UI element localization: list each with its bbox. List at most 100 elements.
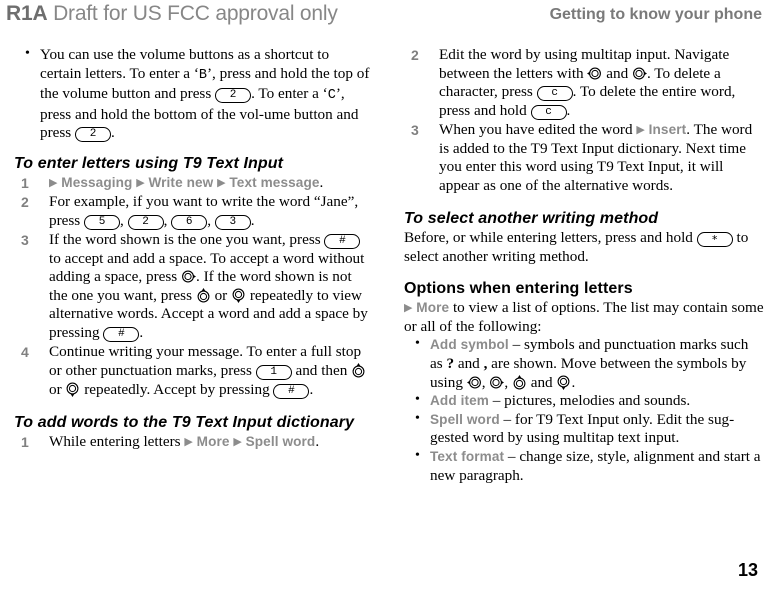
key-2-icon: 2 [75, 127, 112, 143]
add-symbol-sep-1: , [481, 373, 490, 391]
option-add-symbol: Add symbol – symbols and punctuation mar… [404, 335, 764, 392]
nav-up-icon [351, 362, 366, 378]
select-writing-method-body: Before, or while entering letters, press… [404, 229, 764, 267]
step-number: 3 [411, 122, 419, 139]
add-symbol-sep-2: , [504, 373, 512, 391]
intro-text-3: . To enter a ‘ [251, 85, 328, 103]
header-draft-text: Draft for US FCC approval only [53, 2, 338, 25]
step-3-text-1: If the word shown is the one you want, p… [49, 230, 325, 248]
step-4-text-5: . [309, 380, 314, 398]
menu-arrow-icon: ▶ [636, 124, 645, 137]
options-intro: ▶ More to view a list of options. The li… [404, 299, 764, 336]
step-number: 2 [411, 47, 419, 63]
symbol-question-mark: ? [446, 354, 455, 372]
add-symbol-tail: . [571, 373, 576, 391]
key-hash-icon: # [103, 326, 140, 342]
key-3-icon: 3 [214, 214, 251, 230]
step-2-tail: . [250, 211, 255, 229]
step-2-right-text-2: and [602, 64, 632, 82]
step-3-right-text-1: When you have edited the word [439, 121, 637, 139]
step-1-left: 1 ▶ Messaging ▶ Write new ▶ Text message. [14, 174, 374, 193]
intro-text-5: . [111, 124, 115, 142]
option-add-item: Add item – pictures, melodies and sounds… [404, 391, 764, 411]
key-hash-icon: # [324, 233, 361, 249]
dash: – [508, 336, 524, 354]
letter-c: C [327, 88, 336, 104]
step-1-add-words: 1 While entering letters ▶ More ▶ Spell w… [14, 433, 374, 452]
heading-select-writing-method: To select another writing method [404, 209, 659, 227]
nav-right-icon [489, 375, 505, 390]
add-symbol-sep-3: and [526, 373, 557, 391]
option-term-add-item: Add item [430, 393, 489, 409]
dash: – [499, 410, 515, 428]
heading-enter-letters-t9: To enter letters using T9 Text Input [14, 155, 284, 173]
menu-item-spell-word: Spell word [245, 433, 316, 449]
add-symbol-text-2: and [454, 354, 484, 372]
heading-add-words-dictionary: To add words to the T9 Text Input dictio… [14, 413, 355, 431]
nav-up-icon [512, 374, 527, 390]
option-term-spell-word: Spell word [430, 411, 500, 427]
nav-right-icon [632, 66, 647, 81]
add-words-tail: . [315, 432, 320, 450]
add-words-text: While entering letters [49, 432, 185, 450]
step-number: 3 [21, 231, 29, 248]
key-hash-icon: # [273, 383, 310, 399]
menu-arrow-icon: ▶ [404, 302, 413, 315]
nav-down-icon [231, 288, 246, 303]
option-spell-word: Spell word – for T9 Text Input only. Edi… [404, 410, 764, 448]
dash: – [504, 447, 520, 465]
step-3-right: 3 When you have edited the word ▶ Insert.… [404, 121, 764, 195]
menu-item-more: More [416, 300, 450, 316]
left-column: You can use the volume buttons as a shor… [14, 45, 374, 452]
step-number: 2 [21, 193, 29, 210]
menu-arrow-icon: ▶ [233, 435, 242, 448]
menu-arrow-icon: ▶ [184, 435, 193, 448]
page-number: 13 [737, 560, 758, 580]
nav-up-icon [196, 287, 211, 303]
nav-left-icon [466, 375, 482, 390]
nav-left-icon [587, 66, 602, 81]
key-6-icon: 6 [171, 214, 208, 230]
menu-item-text-message: Text message [229, 175, 320, 191]
add-item-text: pictures, melodies and sounds. [504, 392, 691, 410]
step-2-right-text-5: . [566, 102, 571, 120]
step-1-tail: . [319, 174, 324, 192]
step-2-left: 2 For example, if you want to write the w… [21, 192, 359, 230]
header-revision-label: R1A [6, 2, 48, 25]
step-3-left: 3 If the word shown is the one you want, … [14, 231, 374, 343]
letter-b: B [198, 67, 207, 83]
key-2-icon: 2 [127, 214, 164, 230]
header-draft-notice: R1A Draft for US FCC approval only [6, 2, 338, 26]
volume-shortcut-bullet: You can use the volume buttons as a shor… [14, 45, 374, 143]
key-2-icon: 2 [215, 88, 252, 104]
step-4-text-2: and then [291, 361, 352, 379]
menu-item-more: More [196, 433, 230, 449]
menu-item-write-new: Write new [148, 175, 214, 191]
menu-item-messaging: Messaging [61, 175, 133, 191]
menu-arrow-icon: ▶ [136, 177, 145, 190]
option-term-text-format: Text format [430, 448, 505, 464]
writing-method-text-1: Before, or while entering letters, press… [404, 228, 697, 246]
menu-item-insert: Insert [648, 122, 687, 138]
menu-arrow-icon: ▶ [49, 177, 58, 190]
option-text-format: Text format – change size, style, alignm… [404, 447, 764, 485]
option-term-add-symbol: Add symbol [430, 337, 509, 353]
key-5-icon: 5 [84, 214, 121, 230]
key-star-icon: ∗ [696, 231, 733, 247]
heading-options-entering-letters: Options when entering letters [404, 280, 633, 298]
key-c-icon: c [530, 105, 567, 121]
step-4-text-4: repeatedly. Accept by pressing [80, 380, 274, 398]
step-2-right: 2 Edit the word by using multitap input. … [404, 46, 764, 121]
page-header: R1A Draft for US FCC approval only Getti… [0, 0, 766, 32]
step-number: 1 [21, 175, 29, 192]
step-number: 4 [21, 343, 29, 360]
options-intro-text: to view a list of options. The list may … [404, 299, 764, 335]
menu-arrow-icon: ▶ [217, 177, 226, 190]
nav-right-icon [181, 269, 197, 284]
step-number: 1 [21, 433, 29, 450]
step-4-left: 4 Continue writing your message. To enter… [14, 343, 374, 400]
right-column: 2 Edit the word by using multitap input. … [404, 46, 764, 485]
dash: – [488, 392, 505, 410]
step-3-text-4: or [210, 286, 232, 304]
step-3-text-6: . [139, 323, 144, 341]
